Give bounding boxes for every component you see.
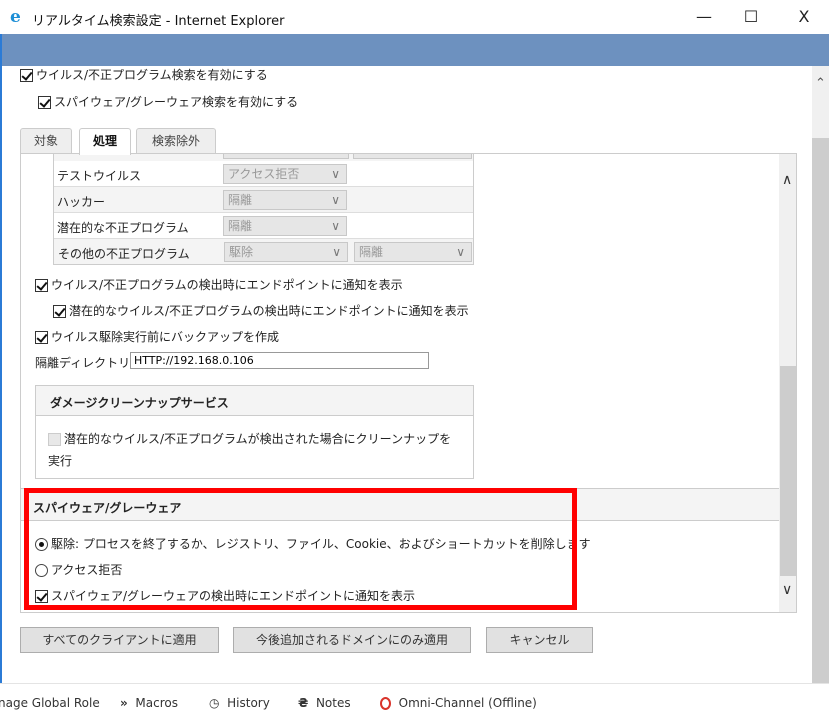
inner-scrollbar[interactable]: ∧ ∨ <box>779 154 796 612</box>
close-button[interactable]: X <box>781 4 827 30</box>
outer-scroll-thumb[interactable] <box>812 138 829 683</box>
notify-virus-checkbox[interactable]: ウイルス/不正プログラムの検出時にエンドポイントに通知を表示 <box>35 276 403 293</box>
macros-item[interactable]: » Macros <box>120 696 178 710</box>
tab-exclusions[interactable]: 検索除外 <box>136 128 216 154</box>
checkbox[interactable] <box>38 96 51 109</box>
chevrons-icon: » <box>120 696 128 710</box>
notes-icon: ₴ <box>298 696 309 710</box>
window-title: リアルタイム検索設定 - Internet Explorer <box>32 14 285 29</box>
internet-explorer-icon: e <box>10 7 21 27</box>
manage-global-role-item[interactable]: nage Global Role <box>0 696 100 710</box>
checkbox[interactable] <box>20 69 33 82</box>
checkbox-label: スパイウェア/グレーウェア検索を有効にする <box>54 95 299 109</box>
damage-cleanup-option[interactable]: 潜在的なウイルス/不正プログラムが検出された場合にクリーンナップを実行 <box>36 416 473 472</box>
tab-panel: テストウイルス アクセス拒否 ∨ ハッカー 隔離 ∨ 潜在的な不正プログラム 隔離 ∨… <box>20 153 797 613</box>
enable-spyware-scan-checkbox[interactable]: スパイウェア/グレーウェア検索を有効にする <box>38 93 298 110</box>
cancel-button[interactable]: キャンセル <box>486 627 593 653</box>
header-band <box>2 34 829 66</box>
enable-virus-scan-checkbox[interactable]: ウイルス/不正プログラム検索を有効にする <box>20 66 268 83</box>
checkbox-label: ウイルス/不正プログラムの検出時にエンドポイントに通知を表示 <box>51 278 403 292</box>
notify-potential-virus-checkbox[interactable]: 潜在的なウイルス/不正プログラムの検出時にエンドポイントに通知を表示 <box>53 302 469 319</box>
clock-icon: ◷ <box>209 696 220 710</box>
scroll-down-icon[interactable]: ∨ <box>782 582 792 598</box>
apply-future-domains-button[interactable]: 今後追加されるドメインにのみ適用 <box>233 627 471 653</box>
tab-action[interactable]: 処理 <box>79 128 131 155</box>
apply-all-clients-button[interactable]: すべてのクライアントに適用 <box>20 627 219 653</box>
checkbox-label: ウイルス駆除実行前にバックアップを作成 <box>51 330 280 344</box>
checkbox-label: 潜在的なウイルス/不正プログラムが検出された場合にクリーンナップを実行 <box>48 432 452 468</box>
inner-scroll-thumb[interactable] <box>780 366 796 576</box>
notes-item[interactable]: ₴ Notes <box>298 696 351 710</box>
highlight-box <box>24 488 577 610</box>
omni-channel-item[interactable]: Omni-Channel (Offline) <box>380 696 537 710</box>
actions-table-border <box>53 154 474 265</box>
offline-circle-icon <box>380 697 391 710</box>
maximize-button[interactable]: ☐ <box>728 4 774 30</box>
outer-scrollbar[interactable]: ⌃ <box>812 66 829 683</box>
damage-cleanup-box: ダメージクリーンナップサービス 潜在的なウイルス/不正プログラムが検出された場合… <box>35 385 474 479</box>
quarantine-directory-label: 隔離ディレクトリ: <box>35 356 135 370</box>
quarantine-directory-input[interactable] <box>130 352 429 369</box>
damage-cleanup-title: ダメージクリーンナップサービス <box>36 386 473 416</box>
scroll-up-icon[interactable]: ⌃ <box>815 76 826 91</box>
checkbox-label: 潜在的なウイルス/不正プログラムの検出時にエンドポイントに通知を表示 <box>69 304 469 318</box>
scroll-up-icon[interactable]: ∧ <box>782 172 792 188</box>
checkbox-label: ウイルス/不正プログラム検索を有効にする <box>36 68 268 82</box>
history-item[interactable]: ◷ History <box>209 696 270 710</box>
tab-target[interactable]: 対象 <box>20 128 72 154</box>
backup-before-clean-checkbox[interactable]: ウイルス駆除実行前にバックアップを作成 <box>35 328 279 345</box>
title-bar: e リアルタイム検索設定 - Internet Explorer — ☐ X <box>0 0 829 34</box>
minimize-button[interactable]: — <box>681 4 727 30</box>
